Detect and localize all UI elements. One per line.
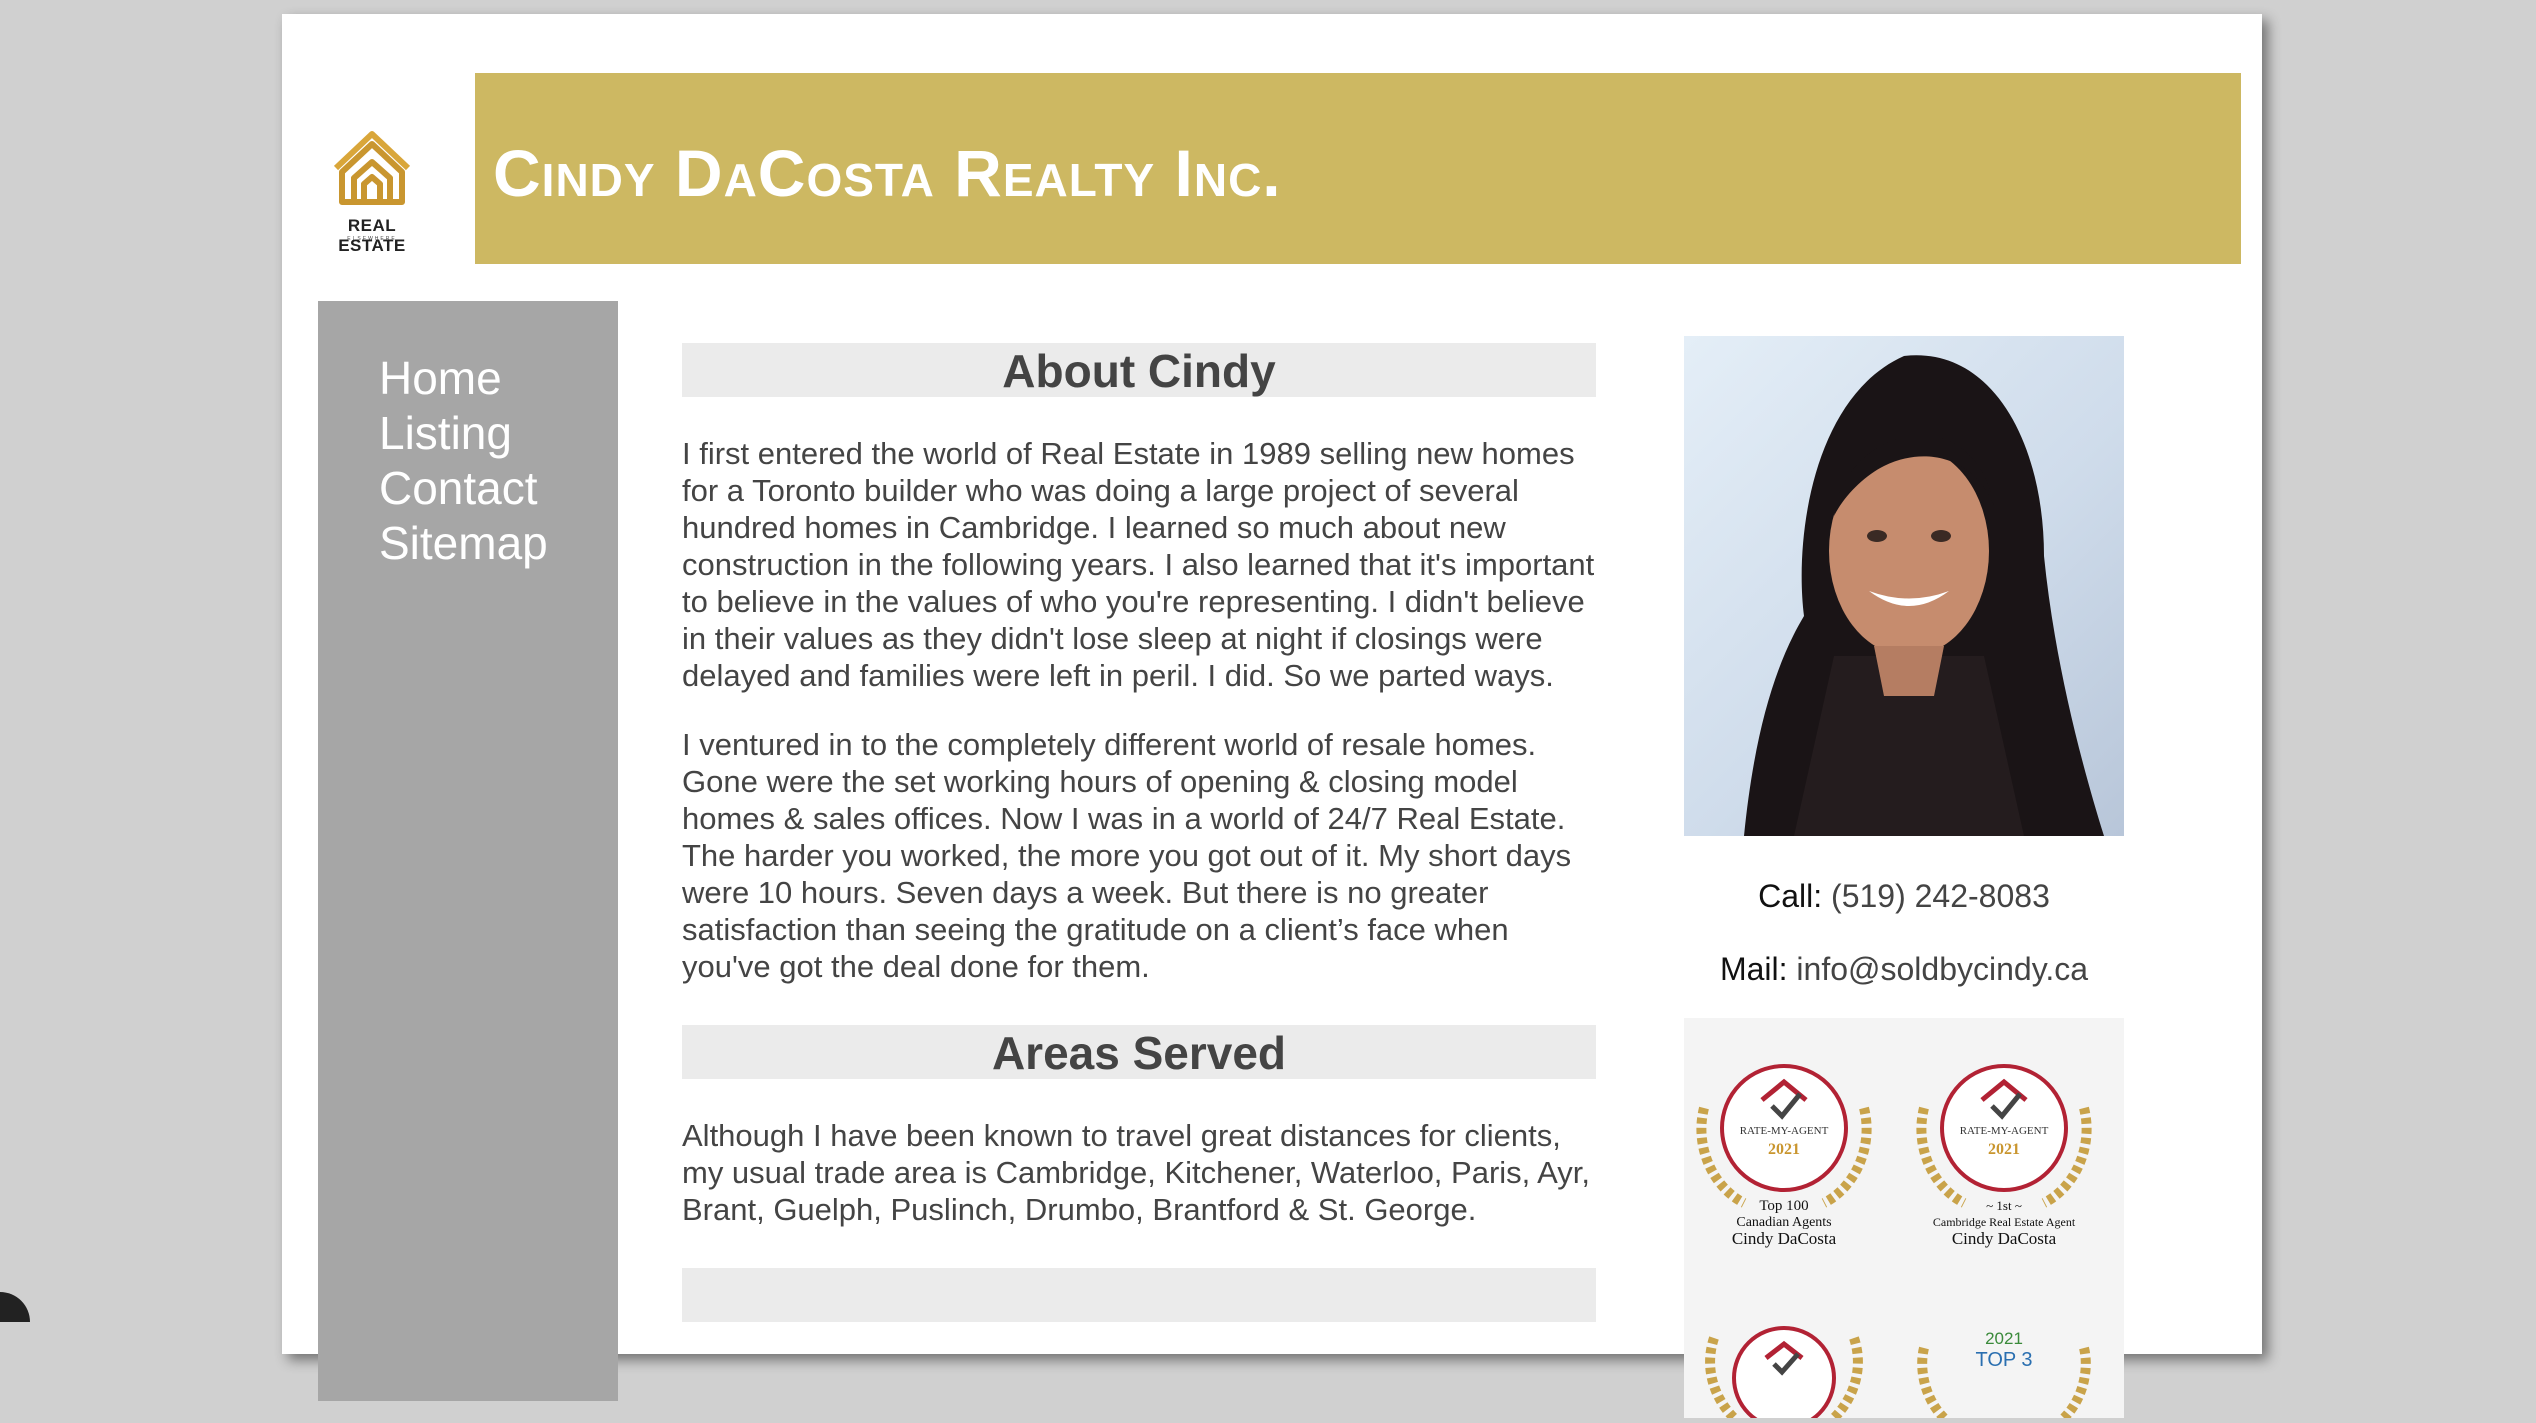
award-badge-top3: 2021 TOP 3: [1917, 1329, 2091, 1422]
nav-item-sitemap[interactable]: Sitemap: [379, 516, 618, 571]
next-section-heading: [682, 1268, 1596, 1322]
about-heading: About Cindy: [682, 343, 1596, 397]
badge1-line1: Top 100: [1759, 1198, 1808, 1214]
contact-call: Call: (519) 242-8083: [1684, 878, 2124, 915]
areas-heading: Areas Served: [682, 1025, 1596, 1079]
about-paragraph-2: I ventured in to the completely differen…: [682, 727, 1572, 984]
badge4-year: 2021: [1985, 1329, 2023, 1348]
window-corner: [0, 1292, 30, 1322]
email-link[interactable]: info@soldbycindy.ca: [1796, 951, 2088, 987]
badge1-brand: RATE-MY-AGENT: [1740, 1125, 1829, 1137]
badge1-year: 2021: [1768, 1141, 1800, 1158]
phone-number[interactable]: (519) 242-8083: [1831, 878, 2050, 914]
main-content: About Cindy I first entered the world of…: [682, 343, 1596, 1322]
badge2-line1: ~ 1st ~: [1986, 1198, 2022, 1213]
award-badge-top100: RATE-MY-AGENT 2021 Top 100 Canadian Agen…: [1696, 1064, 1872, 1248]
nav-item-home[interactable]: Home: [379, 351, 618, 406]
badge1-name: Cindy DaCosta: [1732, 1229, 1837, 1248]
house-logo-icon: [333, 131, 411, 205]
mail-label: Mail:: [1719, 951, 1788, 987]
badge2-brand: RATE-MY-AGENT: [1960, 1125, 2049, 1137]
contact-mail: Mail: info@soldbycindy.ca: [1684, 951, 2124, 988]
nav-item-listing[interactable]: Listing: [379, 406, 618, 461]
right-column: Call: (519) 242-8083 Mail: info@soldbyci…: [1684, 336, 2124, 1423]
logo-subtext: ELSEWHERE: [347, 236, 397, 242]
sidebar-nav: Home Listing Contact Sitemap: [318, 301, 618, 1401]
award-badge-3: [1705, 1326, 1863, 1423]
page-container: REAL ESTATE ELSEWHERE Cindy DaCosta Real…: [282, 14, 2262, 1423]
award-badge-first: RATE-MY-AGENT 2021 ~ 1st ~ Cambridge Rea…: [1916, 1064, 2092, 1248]
agent-photo: [1684, 336, 2124, 836]
badge2-line2: Cambridge Real Estate Agent: [1933, 1215, 2076, 1229]
badge4-line1: TOP 3: [1975, 1349, 2032, 1371]
award-badges: RATE-MY-AGENT 2021 Top 100 Canadian Agen…: [1684, 1018, 2124, 1423]
call-label: Call:: [1758, 878, 1823, 914]
site-title[interactable]: Cindy DaCosta Realty Inc.: [493, 135, 1282, 211]
nav-item-contact[interactable]: Contact: [379, 461, 618, 516]
header-banner: Cindy DaCosta Realty Inc.: [475, 73, 2241, 264]
logo[interactable]: REAL ESTATE ELSEWHERE: [312, 122, 432, 255]
badge1-line2: Canadian Agents: [1736, 1215, 1831, 1230]
badge2-name: Cindy DaCosta: [1952, 1229, 2057, 1248]
about-paragraph-1: I first entered the world of Real Estate…: [682, 436, 1595, 693]
areas-paragraph: Although I have been known to travel gre…: [682, 1118, 1591, 1227]
badge2-year: 2021: [1988, 1141, 2020, 1158]
